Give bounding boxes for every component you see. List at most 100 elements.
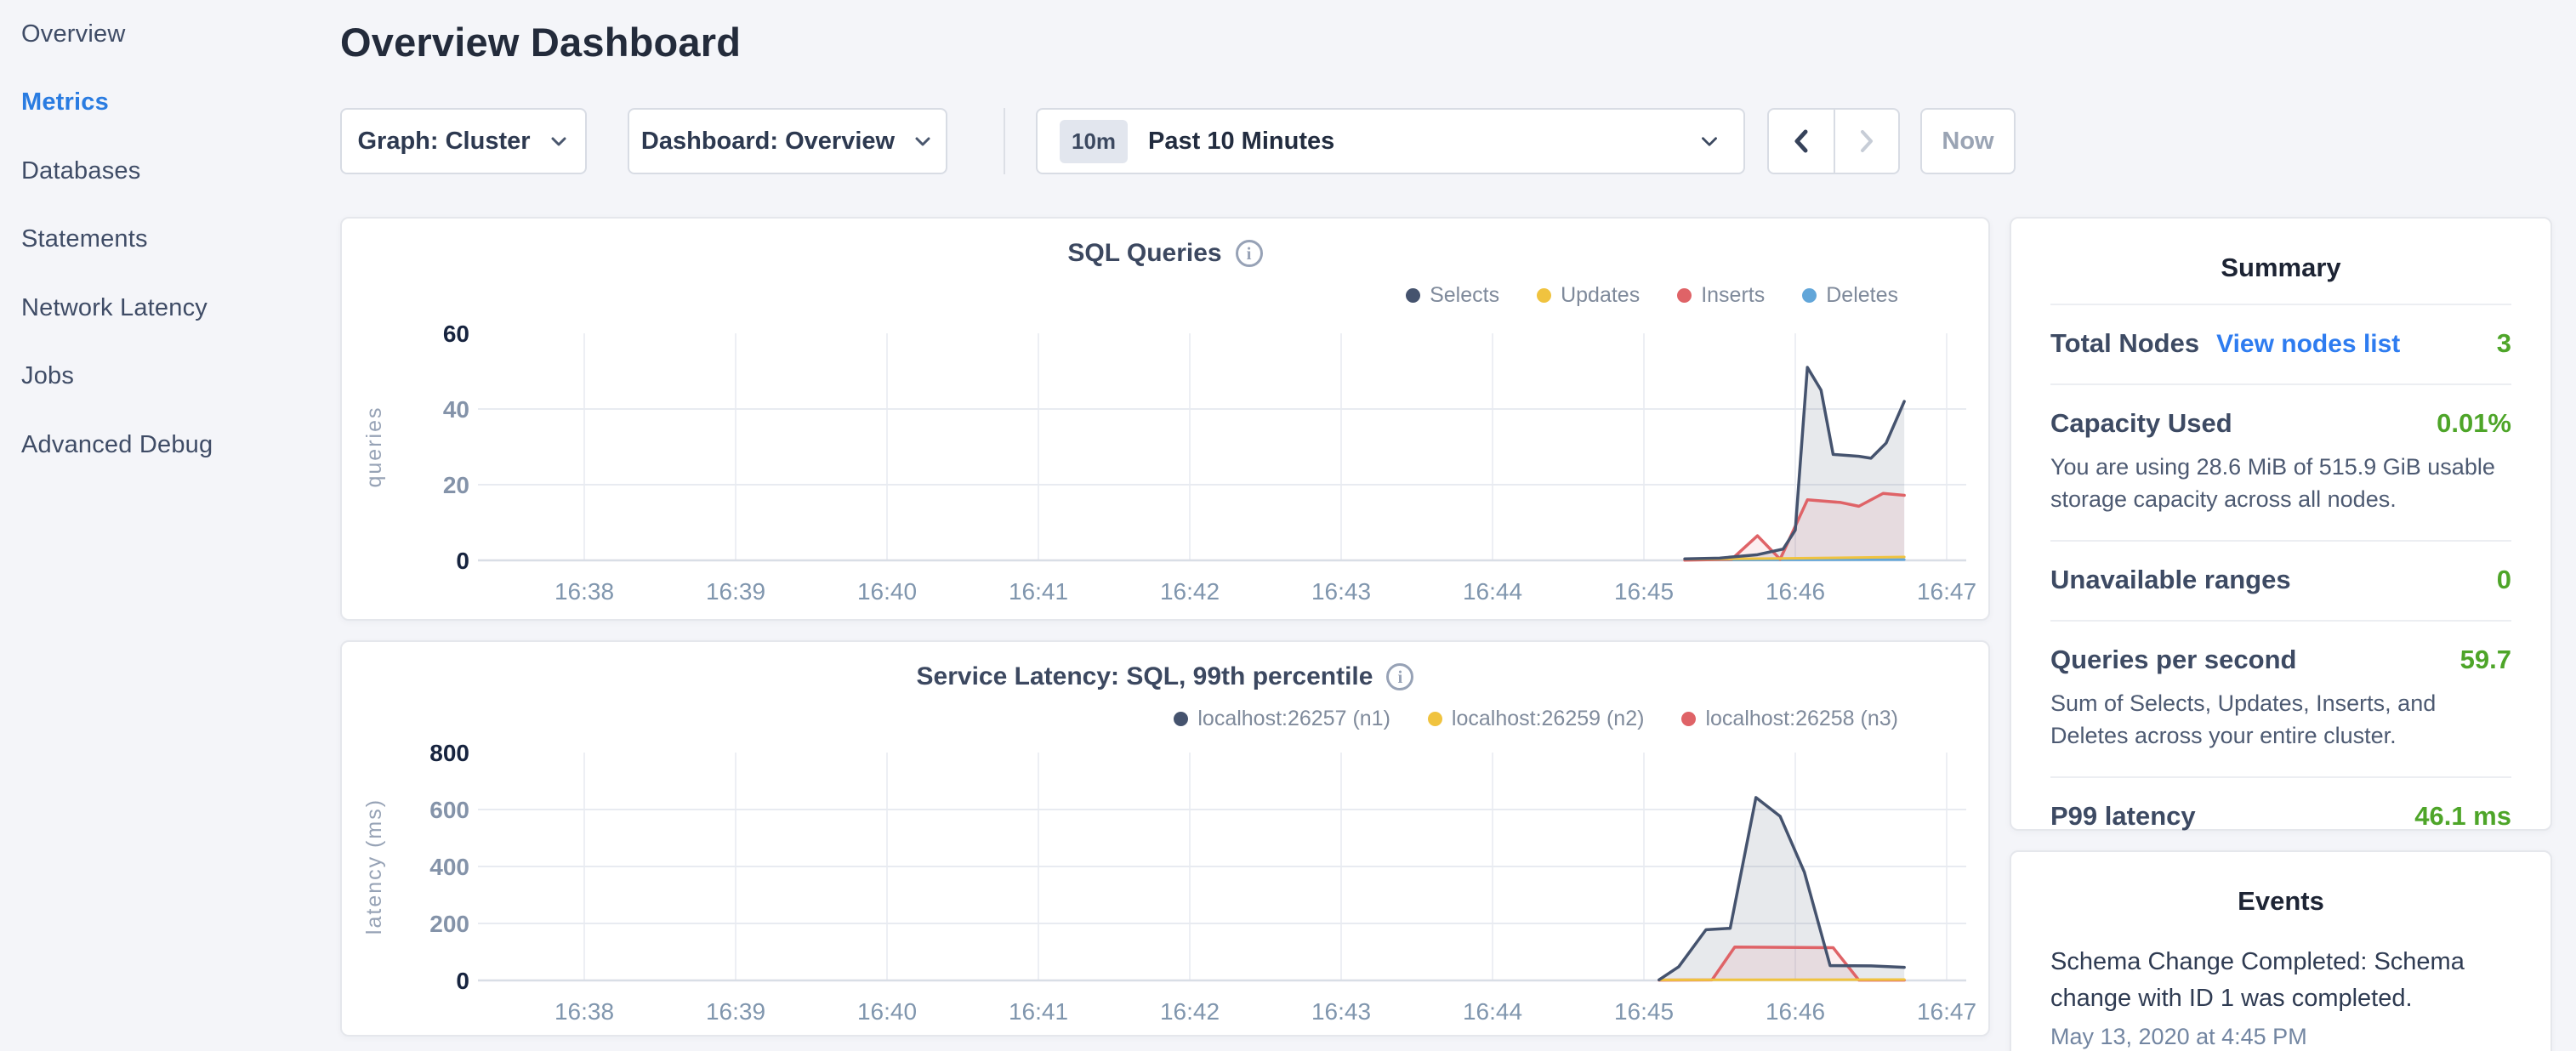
event-message: Schema Change Completed: Schema change w… [2050, 944, 2511, 1017]
legend-item[interactable]: Inserts [1677, 283, 1765, 308]
info-icon[interactable]: i [1386, 663, 1413, 690]
svg-text:200: 200 [429, 911, 469, 937]
view-nodes-list-link[interactable]: View nodes list [2216, 330, 2400, 359]
total-nodes-label: Total Nodes [2050, 328, 2199, 359]
graph-scope-label: Graph: Cluster [357, 128, 530, 156]
sidebar-item-databases[interactable]: Databases [21, 137, 340, 206]
svg-text:queries: queries [362, 406, 386, 488]
svg-text:0: 0 [456, 548, 469, 574]
queries-per-second-value: 59.7 [2460, 645, 2511, 675]
svg-text:16:45: 16:45 [1614, 998, 1674, 1025]
svg-text:latency (ms): latency (ms) [362, 798, 386, 935]
dashboard-dropdown[interactable]: Dashboard: Overview [628, 108, 947, 174]
sql-queries-chart-card: SQL Queries i Selects Updates Inserts Delet… [340, 217, 1990, 621]
summary-panel: Summary Total Nodes View nodes list 3 Ca… [2010, 217, 2552, 831]
chart-title-row: Service Latency: SQL, 99th percentile i [342, 662, 1988, 691]
sidebar-item-metrics[interactable]: Metrics [21, 69, 340, 138]
svg-text:16:46: 16:46 [1766, 578, 1825, 605]
page-title: Overview Dashboard [340, 19, 741, 65]
svg-text:16:45: 16:45 [1614, 578, 1674, 605]
legend-label: localhost:26259 (n2) [1452, 707, 1645, 731]
service-latency-chart-card: Service Latency: SQL, 99th percentile i … [340, 640, 1990, 1037]
unavailable-ranges-value: 0 [2497, 565, 2511, 595]
legend-label: Updates [1561, 283, 1640, 308]
svg-text:16:47: 16:47 [1917, 578, 1976, 605]
summary-heading: Summary [2050, 219, 2511, 304]
sidebar-item-advanced-debug[interactable]: Advanced Debug [21, 411, 340, 480]
events-heading: Events [2050, 852, 2511, 937]
now-button[interactable]: Now [1920, 108, 2016, 174]
capacity-used-label: Capacity Used [2050, 408, 2232, 439]
dashboard-label: Dashboard: Overview [641, 128, 895, 156]
chevron-left-icon [1788, 127, 1814, 156]
event-timestamp: May 13, 2020 at 4:45 PM [2050, 1024, 2511, 1050]
legend-item[interactable]: localhost:26257 (n1) [1174, 707, 1390, 731]
p99-latency-value: 46.1 ms [2414, 801, 2511, 832]
legend-dot-icon [1802, 288, 1817, 303]
legend-item[interactable]: Deletes [1802, 283, 1898, 308]
p99-latency-label: P99 latency [2050, 801, 2196, 832]
sidebar: Overview Metrics Databases Statements Ne… [0, 0, 340, 1051]
legend-label: localhost:26258 (n3) [1705, 707, 1898, 731]
svg-text:0: 0 [456, 968, 469, 994]
svg-text:16:42: 16:42 [1160, 998, 1220, 1025]
chevron-right-icon [1854, 127, 1879, 156]
chart-legend: localhost:26257 (n1) localhost:26259 (n2)… [1174, 707, 1898, 731]
sidebar-item-overview[interactable]: Overview [21, 0, 340, 69]
legend-item[interactable]: Updates [1537, 283, 1640, 308]
svg-text:40: 40 [443, 396, 469, 423]
step-forward-button-disabled[interactable] [1834, 110, 1898, 173]
total-nodes-value: 3 [2497, 328, 2511, 359]
svg-text:400: 400 [429, 854, 469, 880]
legend-item[interactable]: Selects [1406, 283, 1499, 308]
legend-dot-icon [1537, 288, 1551, 303]
graph-scope-dropdown[interactable]: Graph: Cluster [340, 108, 587, 174]
chevron-down-icon [1697, 129, 1721, 153]
time-window-badge: 10m [1060, 120, 1128, 163]
info-icon[interactable]: i [1236, 240, 1263, 267]
time-step-buttons [1767, 108, 1900, 174]
sidebar-item-jobs[interactable]: Jobs [21, 343, 340, 412]
summary-row-unavailable-ranges: Unavailable ranges 0 [2050, 540, 2511, 620]
legend-dot-icon [1428, 712, 1442, 726]
svg-text:16:40: 16:40 [857, 578, 917, 605]
time-window-label: Past 10 Minutes [1148, 128, 1677, 156]
summary-row-queries-per-second: Queries per second 59.7 Sum of Selects, … [2050, 620, 2511, 776]
svg-text:800: 800 [429, 744, 469, 766]
legend-dot-icon [1681, 712, 1696, 726]
sidebar-item-network-latency[interactable]: Network Latency [21, 274, 340, 343]
queries-per-second-label: Queries per second [2050, 645, 2296, 675]
chart-title-row: SQL Queries i [342, 239, 1988, 268]
svg-text:20: 20 [443, 472, 469, 498]
svg-text:16:46: 16:46 [1766, 998, 1825, 1025]
chart-title: Service Latency: SQL, 99th percentile [917, 662, 1373, 691]
svg-text:16:41: 16:41 [1009, 578, 1068, 605]
svg-text:16:38: 16:38 [554, 998, 614, 1025]
capacity-used-description: You are using 28.6 MiB of 515.9 GiB usab… [2050, 451, 2511, 515]
svg-text:600: 600 [429, 797, 469, 823]
chevron-down-icon [548, 130, 570, 152]
sidebar-item-statements[interactable]: Statements [21, 206, 340, 275]
legend-dot-icon [1406, 288, 1420, 303]
svg-text:16:39: 16:39 [706, 578, 765, 605]
service-latency-plot[interactable]: 16:3816:3916:4016:4116:4216:4316:4416:45… [342, 744, 1992, 1029]
legend-label: localhost:26257 (n1) [1197, 707, 1390, 731]
queries-per-second-description: Sum of Selects, Updates, Inserts, and De… [2050, 687, 2511, 752]
svg-text:16:44: 16:44 [1463, 998, 1522, 1025]
legend-item[interactable]: localhost:26258 (n3) [1681, 707, 1898, 731]
event-list-item[interactable]: Schema Change Completed: Schema change w… [2050, 944, 2511, 1050]
svg-text:60: 60 [443, 325, 469, 347]
legend-label: Inserts [1701, 283, 1765, 308]
legend-item[interactable]: localhost:26259 (n2) [1428, 707, 1645, 731]
unavailable-ranges-label: Unavailable ranges [2050, 565, 2291, 595]
step-back-button[interactable] [1769, 110, 1834, 173]
time-range-picker[interactable]: 10m Past 10 Minutes [1036, 108, 1745, 174]
svg-text:16:44: 16:44 [1463, 578, 1522, 605]
svg-text:16:43: 16:43 [1311, 578, 1371, 605]
svg-text:16:40: 16:40 [857, 998, 917, 1025]
sql-queries-plot[interactable]: 16:3816:3916:4016:4116:4216:4316:4416:45… [342, 325, 1992, 610]
legend-dot-icon [1174, 712, 1188, 726]
legend-dot-icon [1677, 288, 1692, 303]
svg-text:16:41: 16:41 [1009, 998, 1068, 1025]
legend-label: Selects [1430, 283, 1499, 308]
